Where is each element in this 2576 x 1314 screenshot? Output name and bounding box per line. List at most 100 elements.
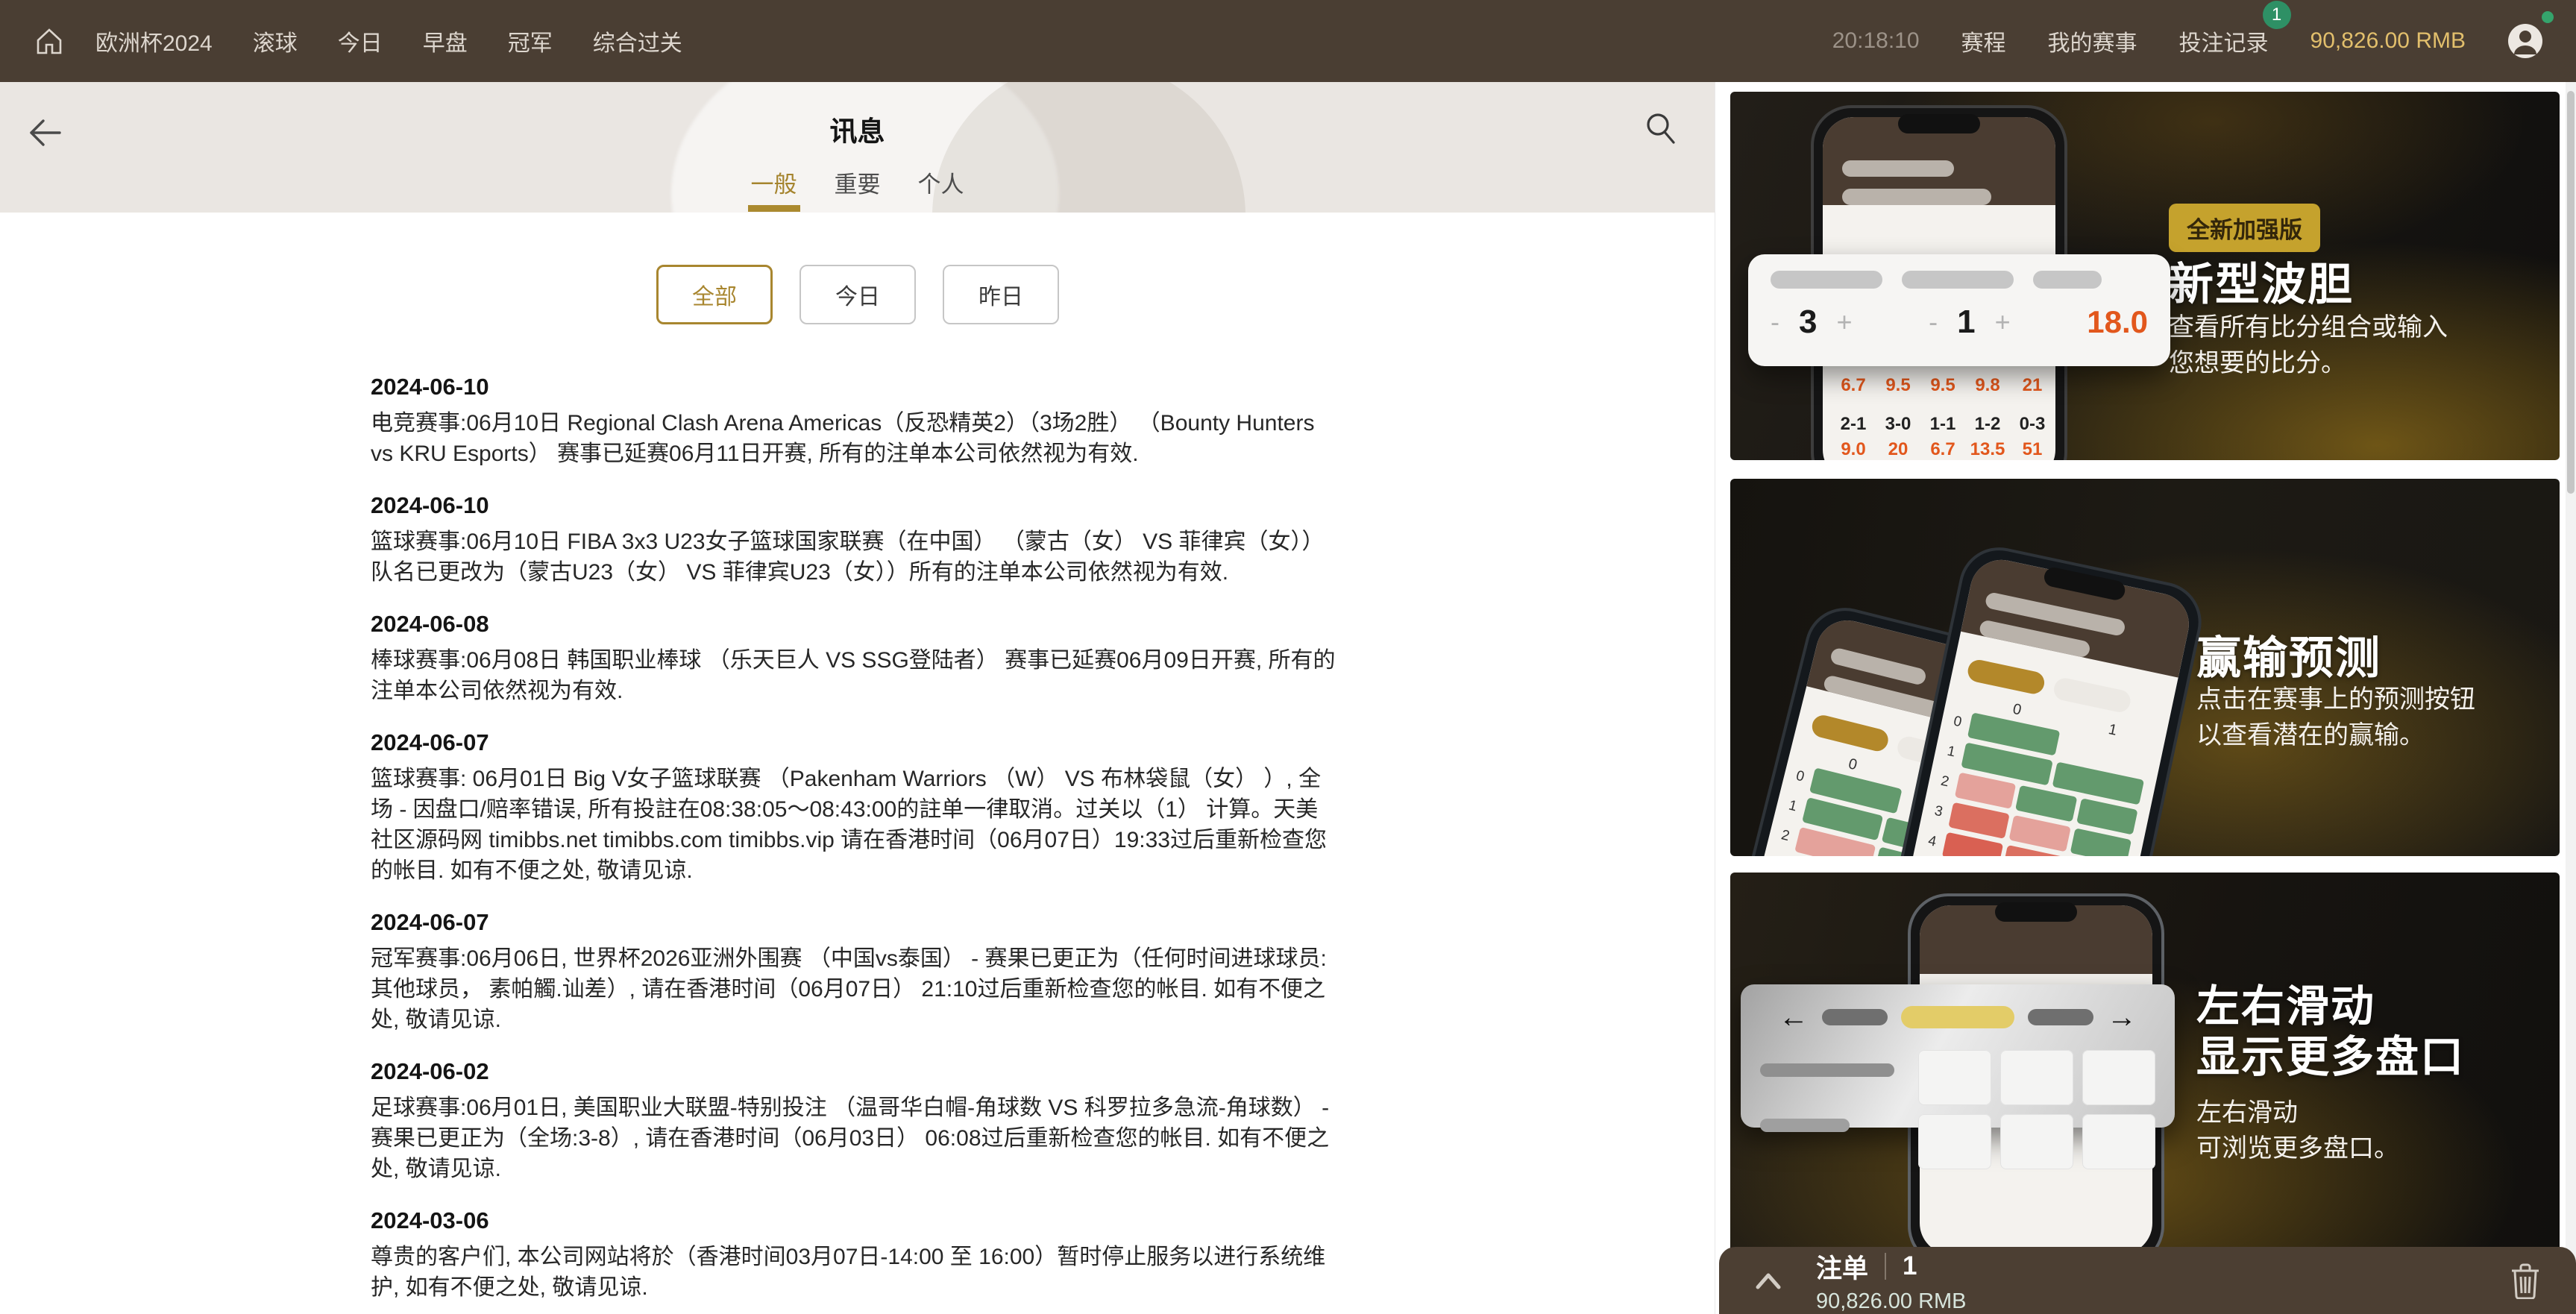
news-text: 篮球赛事:06月10日 FIBA 3x3 U23女子篮球国家联赛（在中国） （蒙… — [371, 526, 1337, 588]
news-item: 2024-06-10 篮球赛事:06月10日 FIBA 3x3 U23女子篮球国… — [371, 494, 1337, 588]
placeholder-pill — [1902, 271, 2014, 289]
nav-early[interactable]: 早盘 — [423, 25, 468, 57]
odds-value: 18.0 — [2087, 304, 2148, 340]
news-text: 冠军赛事:06月06日, 世界杯2026亚洲外围赛 （中国vs泰国） - 赛果已… — [371, 943, 1337, 1035]
news-item: 2024-06-08 棒球赛事:06月08日 韩国职业棒球 （乐天巨人 VS S… — [371, 612, 1337, 706]
phone-screen: 0 1 0 1 2 3 4 5 — [1892, 554, 2194, 856]
promo-title: 赢输预测 — [2196, 622, 2381, 687]
home-icon[interactable] — [33, 25, 66, 57]
user-avatar[interactable] — [2507, 23, 2543, 59]
betslip-bar[interactable]: 注单 1 90,826.00 RMB — [1719, 1247, 2576, 1314]
news-item: 2024-03-06 尊贵的客户们, 本公司网站将於（香港时间03月07日-14… — [371, 1209, 1337, 1303]
news-date: 2024-03-06 — [371, 1209, 1337, 1233]
nav-eurocup-2024[interactable]: 欧洲杯2024 — [95, 25, 213, 57]
online-status-dot — [2542, 11, 2554, 23]
bet-records-badge: 1 — [2263, 1, 2291, 29]
score-cell: 1-1 — [1924, 414, 1961, 435]
clock: 20:18:10 — [1832, 28, 1920, 54]
search-icon[interactable] — [1640, 107, 1682, 149]
odds-cell: 13.5 — [1969, 439, 2006, 460]
placeholder-pill — [1842, 160, 1954, 177]
placeholder-pill — [2033, 271, 2102, 289]
news-item: 2024-06-07 篮球赛事: 06月01日 Big V女子篮球联赛 （Pak… — [371, 731, 1337, 886]
trash-icon[interactable] — [2509, 1262, 2542, 1299]
home-score-value: 3 — [1799, 304, 1817, 341]
messages-header: 讯息 一般 重要 个人 — [0, 82, 1715, 213]
news-text: 篮球赛事: 06月01日 Big V女子篮球联赛 （Pakenham Warri… — [371, 764, 1337, 886]
away-score-value: 1 — [1957, 304, 1975, 341]
promo-title: 新型波胆 — [2169, 248, 2354, 313]
score-cell: 0-3 — [2014, 414, 2051, 435]
news-text: 尊贵的客户们, 本公司网站将於（香港时间03月07日-14:00 至 16:00… — [371, 1242, 1337, 1303]
odds-cell: 9.0 — [1835, 439, 1872, 460]
page-title: 讯息 — [0, 109, 1715, 149]
chevron-up-icon[interactable] — [1753, 1269, 1783, 1292]
odds-cell: 6.7 — [1835, 375, 1872, 396]
odds-cell: 51 — [2014, 439, 2051, 460]
betslip-amount: 90,826.00 RMB — [1816, 1289, 1967, 1314]
minus-icon: - — [1929, 307, 1938, 338]
score-cell: 2-1 — [1835, 414, 1872, 435]
news-date: 2024-06-08 — [371, 612, 1337, 636]
placeholder-pill — [1771, 271, 1882, 289]
betslip-info: 注单 1 90,826.00 RMB — [1816, 1248, 1967, 1314]
scrollbar-thumb[interactable] — [2567, 91, 2575, 494]
promo-banner-win-loss-forecast[interactable]: 0 0 1 2 3 4 5 — [1730, 479, 2560, 856]
news-date: 2024-06-10 — [371, 494, 1337, 518]
placeholder-pill — [1760, 1119, 1850, 1132]
filter-yesterday[interactable]: 昨日 — [943, 265, 1059, 324]
news-item: 2024-06-02 足球赛事:06月01日, 美国职业大联盟-特别投注 （温哥… — [371, 1060, 1337, 1184]
minus-icon: - — [1771, 307, 1779, 338]
news-text: 电竞赛事:06月10日 Regional Clash Arena America… — [371, 408, 1337, 469]
link-schedule[interactable]: 赛程 — [1961, 25, 2006, 57]
tab-important[interactable]: 重要 — [833, 166, 882, 199]
link-bet-records[interactable]: 投注记录 1 — [2179, 25, 2269, 57]
swipe-demo-card: ← → — [1741, 984, 2175, 1128]
betslip-label: 注单 — [1816, 1248, 1868, 1286]
news-text: 棒球赛事:06月08日 韩国职业棒球 （乐天巨人 VS SSG登陆者） 赛事已延… — [371, 645, 1337, 706]
promo-subtitle: 查看所有比分组合或输入 您想要的比分。 — [2169, 309, 2448, 381]
odds-cells-grid — [1918, 1050, 2155, 1169]
promo-sidebar: 1-0 2-0 0-0 0-1 0-2 6.7 9.5 9.5 9.8 21 — [1716, 82, 2576, 1314]
promo-subtitle: 点击在赛事上的预测按钮 以查看潜在的赢输。 — [2196, 682, 2475, 753]
top-navigation-bar: 欧洲杯2024 滚球 今日 早盘 冠军 综合过关 20:18:10 赛程 我的赛… — [0, 0, 2576, 82]
score-odds-grid: 1-0 2-0 0-0 0-1 0-2 6.7 9.5 9.5 9.8 21 — [1835, 350, 2051, 460]
promo-title: 左右滑动 显示更多盘口 — [2196, 981, 2465, 1083]
nav-live[interactable]: 滚球 — [253, 25, 298, 57]
news-list: 2024-06-10 电竞赛事:06月10日 Regional Clash Ar… — [371, 375, 1337, 1314]
promo-banner-new-score-betting[interactable]: 1-0 2-0 0-0 0-1 0-2 6.7 9.5 9.5 9.8 21 — [1730, 92, 2560, 460]
messages-panel: 讯息 一般 重要 个人 全部 今日 昨日 2024-06-10 电竞赛事:06月… — [0, 82, 1715, 1314]
tab-general[interactable]: 一般 — [750, 166, 799, 199]
nav-parlay[interactable]: 综合过关 — [593, 25, 682, 57]
divider — [1885, 1253, 1886, 1280]
placeholder-pill — [1760, 1063, 1894, 1077]
message-tabs: 一般 重要 个人 — [0, 166, 1715, 199]
date-filters: 全部 今日 昨日 — [0, 265, 1715, 324]
phone-notch — [1898, 114, 1980, 133]
account-balance[interactable]: 90,826.00 RMB — [2310, 28, 2466, 54]
news-item: 2024-06-07 冠军赛事:06月06日, 世界杯2026亚洲外围赛 （中国… — [371, 911, 1337, 1035]
phone-notch — [1995, 902, 2077, 922]
market-pill — [1822, 1009, 1888, 1025]
arrow-left-icon: ← — [1779, 1002, 1809, 1032]
placeholder-pill — [1842, 189, 1991, 205]
odds-cell: 20 — [1879, 439, 1917, 460]
odds-cell: 9.5 — [1879, 375, 1917, 396]
promo-banner-swipe-more-markets[interactable]: ← → 左右滑动 显示更多盘口 左右滑动 — [1730, 873, 2560, 1253]
news-date: 2024-06-10 — [371, 375, 1337, 399]
nav-outright[interactable]: 冠军 — [508, 25, 553, 57]
topbar-right: 20:18:10 赛程 我的赛事 投注记录 1 90,826.00 RMB — [1832, 23, 2543, 59]
news-date: 2024-06-07 — [371, 731, 1337, 755]
main-nav: 欧洲杯2024 滚球 今日 早盘 冠军 综合过关 — [95, 25, 682, 57]
odds-cell: 9.5 — [1924, 375, 1961, 396]
filter-all[interactable]: 全部 — [656, 265, 773, 324]
odds-cell: 6.7 — [1924, 439, 1961, 460]
link-my-events[interactable]: 我的赛事 — [2048, 25, 2137, 57]
score-stepper-card: - 3 + - 1 + 18.0 — [1748, 254, 2170, 366]
scrollbar-track[interactable] — [2566, 82, 2576, 1314]
nav-today[interactable]: 今日 — [338, 25, 383, 57]
tab-personal[interactable]: 个人 — [917, 166, 966, 199]
filter-today[interactable]: 今日 — [799, 265, 916, 324]
promo-badge: 全新加强版 — [2169, 204, 2320, 252]
news-date: 2024-06-07 — [371, 911, 1337, 934]
